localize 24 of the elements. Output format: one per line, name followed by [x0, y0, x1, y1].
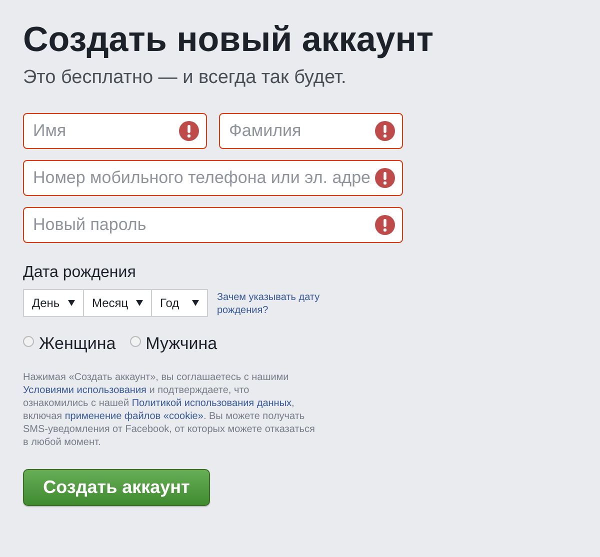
caret-icon — [136, 300, 143, 306]
date-select[interactable]: День — [23, 289, 84, 317]
text-field[interactable]: Имя — [23, 113, 207, 149]
help-link[interactable]: Зачем указывать дату рождения? — [217, 291, 337, 317]
terms-text: Нажимая «Создать аккаунт», вы соглашаетесь с нашими Условиями использования и подтверждаете, что ознакомились с нашей Политикой использования данных, включая применение файлов «cookie». Вы можете получать SMS-уведомления от Facebook, от которых можете отказаться в любой момент. — [23, 370, 315, 448]
terms-link[interactable]: Политикой использования данных — [132, 398, 292, 408]
gender-radio[interactable]: Мужчина — [130, 331, 218, 356]
terms-link[interactable]: применение файлов «cookie» — [64, 410, 204, 422]
caret-icon — [68, 300, 75, 306]
error-icon — [375, 121, 395, 141]
error-icon — [375, 215, 395, 235]
error-icon — [179, 121, 199, 141]
date-select[interactable]: Год — [151, 289, 208, 317]
birthday-label: Дата рождения — [23, 263, 137, 283]
text-field[interactable]: Номер мобильного телефона или эл. адре — [23, 160, 403, 196]
gender-radio[interactable]: Женщина — [23, 331, 116, 356]
error-icon — [375, 168, 395, 188]
date-select[interactable]: Месяц — [83, 289, 152, 317]
text-field[interactable]: Фамилия — [219, 113, 403, 149]
subtitle: Это бесплатно — и всегда так будет. — [23, 66, 348, 90]
text-field[interactable]: Новый пароль — [23, 207, 403, 243]
caret-icon — [192, 300, 199, 306]
page-title: Создать новый аккаунт — [23, 19, 435, 61]
terms-link[interactable]: Условиями использования — [23, 384, 146, 396]
